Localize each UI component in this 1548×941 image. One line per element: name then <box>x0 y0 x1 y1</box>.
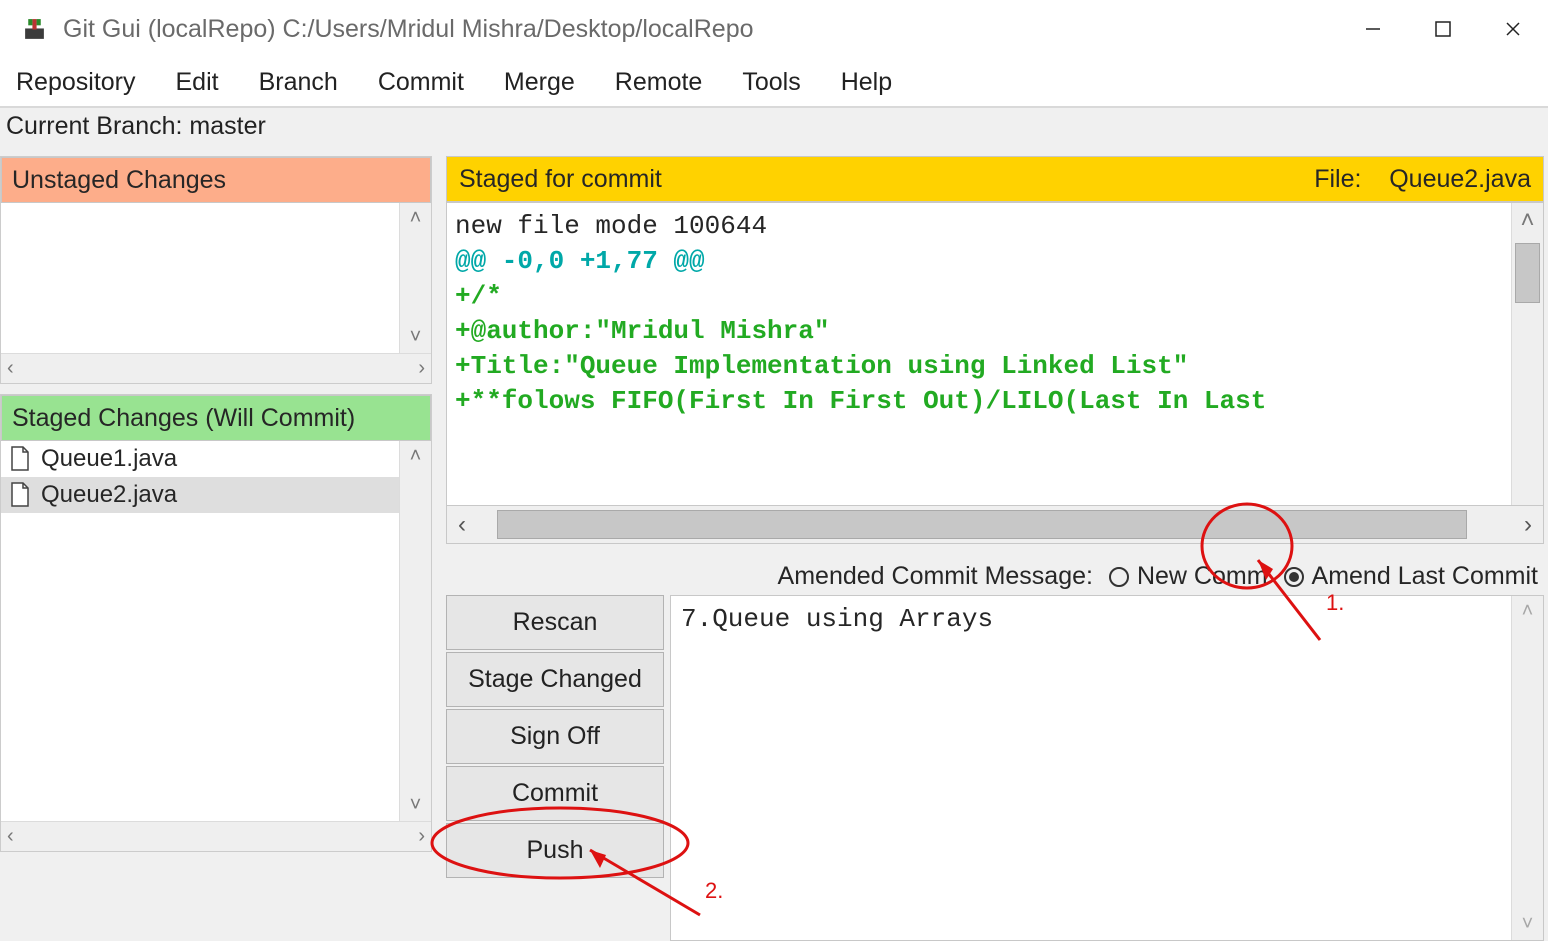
staged-file-row[interactable]: Queue2.java <box>1 477 399 513</box>
diff-added-line: +@author:"Mridul Mishra" <box>455 316 829 346</box>
menu-tools[interactable]: Tools <box>725 64 817 101</box>
diff-line: new file mode 100644 <box>455 211 767 241</box>
scroll-left-icon: ‹ <box>1 357 20 380</box>
radio-new-commit[interactable] <box>1109 567 1129 587</box>
close-button[interactable] <box>1478 0 1548 58</box>
maximize-button[interactable] <box>1408 0 1478 58</box>
sign-off-button[interactable]: Sign Off <box>446 709 664 764</box>
menu-merge[interactable]: Merge <box>487 64 592 101</box>
radio-amend-commit-label: Amend Last Commit <box>1312 562 1538 591</box>
staged-file-name: Queue1.java <box>41 445 177 473</box>
commit-message-text[interactable]: 7.Queue using Arrays <box>671 596 1511 940</box>
scroll-down-icon: ˅ <box>1522 909 1534 940</box>
file-label: File: <box>1314 165 1361 193</box>
menu-help[interactable]: Help <box>824 64 909 101</box>
diff-hscrollbar[interactable]: ‹ › <box>446 506 1544 544</box>
menu-branch[interactable]: Branch <box>242 64 355 101</box>
app-icon <box>22 17 47 42</box>
minimize-button[interactable] <box>1338 0 1408 58</box>
diff-header: Staged for commit File: Queue2.java <box>446 156 1544 202</box>
commit-msg-heading: Amended Commit Message: <box>778 562 1093 591</box>
staged-hscrollbar[interactable]: ‹ › <box>1 821 431 851</box>
radio-new-commit-label: New Comm <box>1137 562 1268 591</box>
diff-text: new file mode 100644 @@ -0,0 +1,77 @@ +/… <box>447 203 1511 505</box>
unstaged-title: Unstaged Changes <box>1 157 431 203</box>
commit-area: Amended Commit Message: New Comm Amend L… <box>446 562 1544 941</box>
staged-file-row[interactable]: Queue1.java <box>1 441 399 477</box>
stage-changed-button[interactable]: Stage Changed <box>446 652 664 707</box>
scroll-down-icon: ˅ <box>410 322 422 353</box>
file-icon <box>9 482 31 508</box>
window-title: Git Gui (localRepo) C:/Users/Mridul Mish… <box>63 15 754 44</box>
menu-repository[interactable]: Repository <box>10 64 153 101</box>
titlebar: Git Gui (localRepo) C:/Users/Mridul Mish… <box>0 0 1548 58</box>
file-icon <box>9 446 31 472</box>
scroll-up-icon: ˄ <box>1512 207 1543 235</box>
rescan-button[interactable]: Rescan <box>446 595 664 650</box>
commit-message-box[interactable]: 7.Queue using Arrays ˄ ˅ <box>670 595 1544 941</box>
radio-amend-commit[interactable] <box>1284 567 1304 587</box>
left-column: Unstaged Changes ˄ ˅ ‹ › Staged Changes … <box>0 152 436 941</box>
staged-title: Staged Changes (Will Commit) <box>1 395 431 441</box>
diff-vscrollbar[interactable]: ˄ <box>1511 203 1543 505</box>
staged-vscrollbar[interactable]: ˄ ˅ <box>399 441 431 821</box>
unstaged-panel: Unstaged Changes ˄ ˅ ‹ › <box>0 156 432 384</box>
scroll-right-icon: › <box>412 357 431 380</box>
unstaged-vscrollbar[interactable]: ˄ ˅ <box>399 203 431 353</box>
scroll-right-icon: › <box>1513 511 1543 539</box>
diff-viewer[interactable]: new file mode 100644 @@ -0,0 +1,77 @@ +/… <box>446 202 1544 506</box>
scroll-down-icon: ˅ <box>410 790 422 821</box>
push-button[interactable]: Push <box>446 823 664 878</box>
current-file-name: Queue2.java <box>1389 165 1531 193</box>
scroll-up-icon: ˄ <box>410 441 422 472</box>
staged-panel: Staged Changes (Will Commit) Queue1.java… <box>0 394 432 852</box>
scroll-up-icon: ˄ <box>410 203 422 234</box>
diff-added-line: +**folows FIFO(First In First Out)/LILO(… <box>455 386 1266 416</box>
scroll-left-icon: ‹ <box>1 825 20 848</box>
scroll-up-icon: ˄ <box>1522 596 1534 627</box>
scroll-right-icon: › <box>412 825 431 848</box>
commit-mode-line: Amended Commit Message: New Comm Amend L… <box>446 562 1544 591</box>
current-branch-label: Current Branch: master <box>0 108 1548 152</box>
unstaged-list[interactable] <box>1 203 399 353</box>
commit-msg-vscrollbar[interactable]: ˄ ˅ <box>1511 596 1543 940</box>
menu-commit[interactable]: Commit <box>361 64 481 101</box>
staged-file-name: Queue2.java <box>41 481 177 509</box>
scroll-track[interactable] <box>477 506 1513 543</box>
diff-header-left: Staged for commit <box>459 165 662 194</box>
menu-remote[interactable]: Remote <box>598 64 720 101</box>
right-column: Staged for commit File: Queue2.java new … <box>436 152 1548 941</box>
scroll-left-icon: ‹ <box>447 511 477 539</box>
diff-header-right: File: Queue2.java <box>1314 165 1531 194</box>
staged-list[interactable]: Queue1.java Queue2.java <box>1 441 399 821</box>
diff-added-line: +/* <box>455 281 502 311</box>
main-area: Unstaged Changes ˄ ˅ ‹ › Staged Changes … <box>0 152 1548 941</box>
commit-button[interactable]: Commit <box>446 766 664 821</box>
commit-buttons: Rescan Stage Changed Sign Off Commit Pus… <box>446 595 670 941</box>
diff-hunk-line: @@ -0,0 +1,77 @@ <box>455 246 705 276</box>
menubar: Repository Edit Branch Commit Merge Remo… <box>0 58 1548 108</box>
diff-added-line: +Title:"Queue Implementation using Linke… <box>455 351 1188 381</box>
unstaged-hscrollbar[interactable]: ‹ › <box>1 353 431 383</box>
scroll-thumb[interactable] <box>497 510 1467 539</box>
scroll-thumb[interactable] <box>1515 243 1540 303</box>
menu-edit[interactable]: Edit <box>159 64 236 101</box>
